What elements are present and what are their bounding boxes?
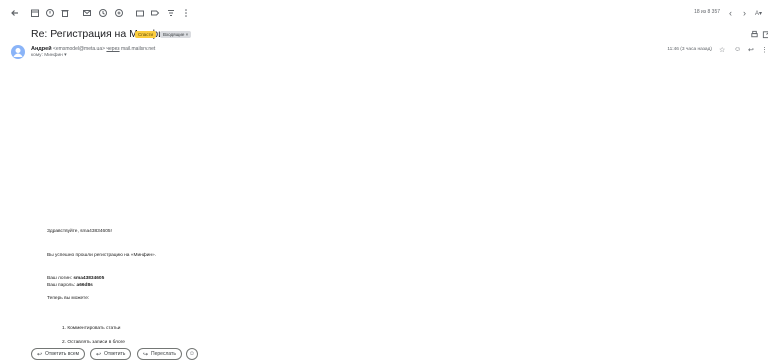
forward-label: Переслать [151,351,176,357]
recipient-line[interactable]: кому: Минфин ▾ [31,53,67,58]
email-time: 11:46 (3 часа назад) [667,47,712,52]
body-item1: 1. Комментировать статьи [62,326,121,331]
label-chip-important[interactable]: Спасти [135,31,157,38]
open-new-window-icon[interactable] [761,30,768,40]
via-text: через [106,46,120,52]
forward-icon: ↪ [143,351,149,358]
sender-name: Андрей [31,46,52,52]
emoji-icon: ☺ [188,351,196,357]
body-login: Ваш логин: sma43834605 [47,276,104,281]
older-chevron-icon[interactable]: › [743,8,746,18]
sender-email: <emsmodel@meta.ua> [52,46,106,52]
move-to-icon[interactable] [134,7,146,19]
via-domain: mail.mailsrv.net [120,46,156,52]
filter-icon[interactable] [165,7,177,19]
avatar[interactable] [11,45,25,59]
snooze-icon[interactable] [97,7,109,19]
reply-all-label: Ответить всем [45,351,80,357]
reply-all-button[interactable]: ↩ Ответить всем [31,348,86,360]
back-arrow-icon[interactable] [9,7,21,19]
more-icon[interactable] [180,7,192,19]
body-now-can: Теперь вы можете: [47,296,90,301]
more-vert-icon[interactable]: ⋮ [761,46,768,54]
label-chip-inbox[interactable]: Входящие × [160,31,192,38]
body-greeting: Здравствуйте, sma43834605! [47,229,112,234]
forward-button[interactable]: ↪ Переслать [137,348,182,360]
star-icon[interactable]: ☆ [719,46,725,54]
input-tools-icon[interactable]: A▾ [755,10,762,17]
delete-icon[interactable] [59,7,71,19]
label-icon[interactable] [149,7,161,19]
print-icon[interactable] [749,30,759,40]
reply-all-icon: ↩ [37,351,43,358]
login-value: sma43834605 [73,276,105,281]
mark-unread-icon[interactable] [81,7,93,19]
reply-actions-bar: ↩ Ответить всем ↩ Ответить ↪ Переслать ☺ [0,346,768,363]
emoji-button[interactable]: ☺ [186,348,198,360]
body-item2: 2. Оставлять записи в блоге [62,340,125,345]
reply-icon: ↩ [96,351,102,358]
archive-icon[interactable] [29,7,41,19]
add-task-icon[interactable] [113,7,125,19]
emoji-react-icon[interactable]: ☺ [734,46,741,53]
body-password: Ваш пароль: a66d8s [47,283,93,288]
newer-chevron-icon[interactable]: ‹ [729,8,732,18]
password-label: Ваш пароль: [47,283,76,288]
reply-label: Ответить [104,351,126,357]
body-line1: Вы успешно прошли регистрацию на «Минфин… [47,253,157,258]
message-counter: 18 из 8 357 [694,9,720,15]
login-label: Ваш логин: [47,276,72,281]
password-value: a66d8s [76,283,93,288]
reply-icon[interactable]: ↩ [748,46,754,54]
reply-button[interactable]: ↩ Ответить [90,348,132,360]
sender-line: Андрей <emsmodel@meta.ua> через mail.mai… [31,46,155,52]
report-spam-icon[interactable] [44,7,56,19]
toolbar: 18 из 8 357 ‹ › A▾ [0,0,768,26]
